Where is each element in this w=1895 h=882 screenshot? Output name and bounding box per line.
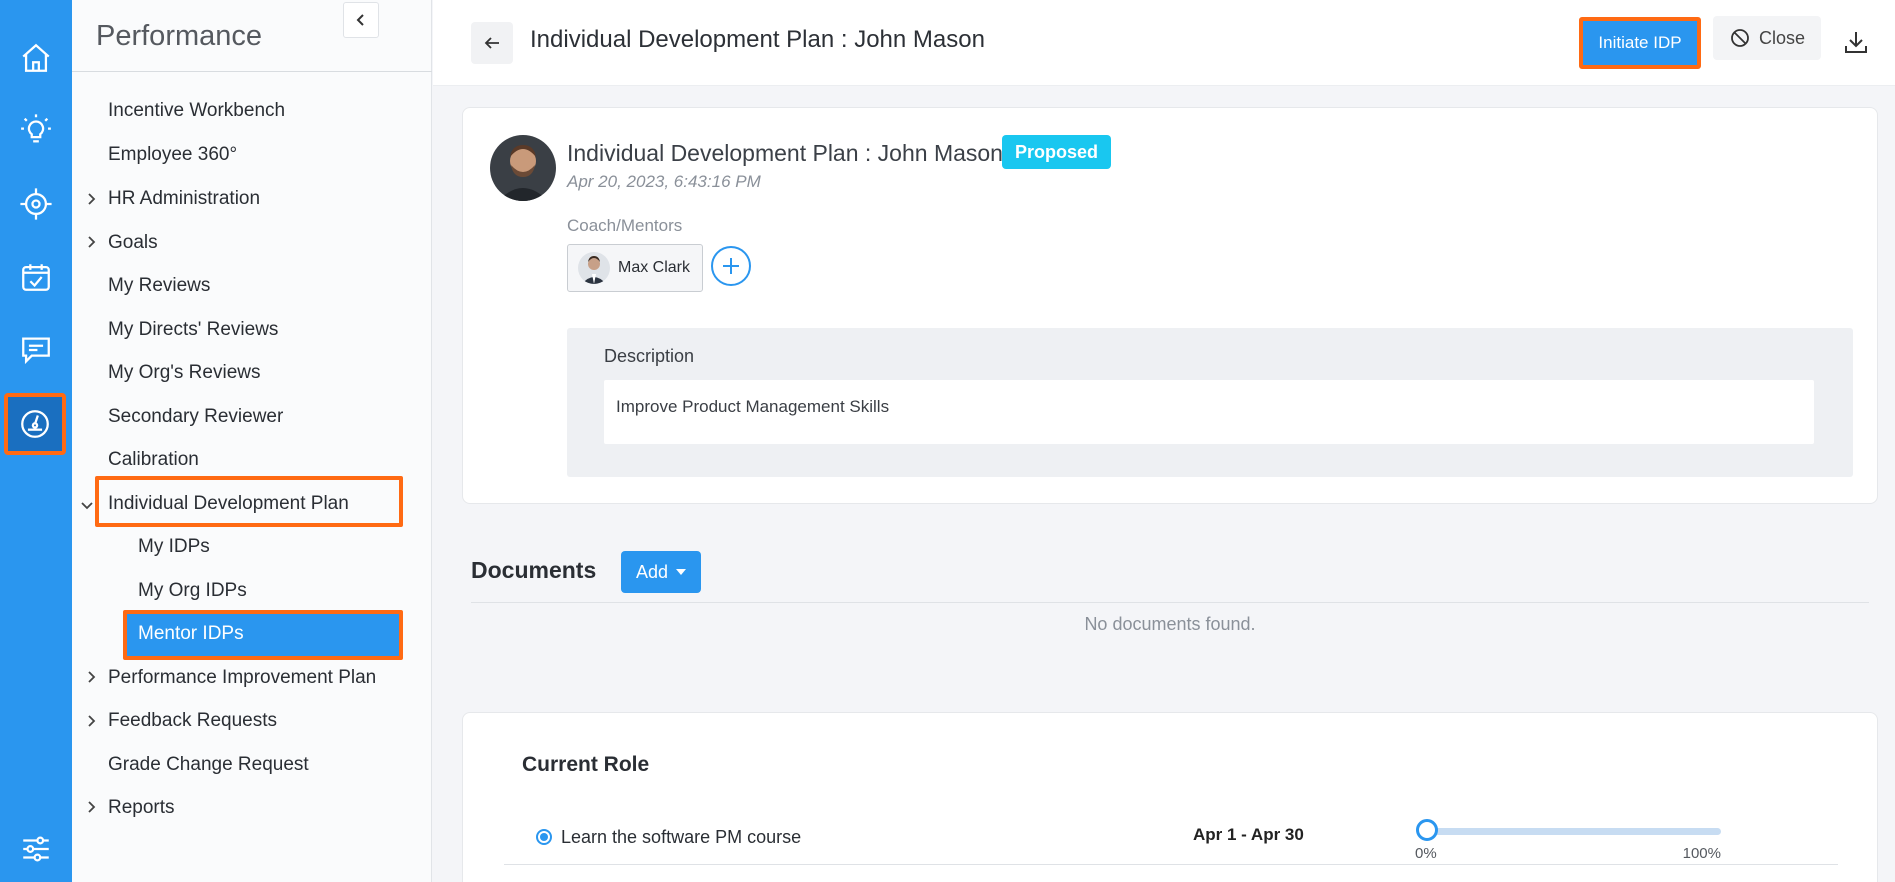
sidebar-item-secondary-reviewer[interactable]: Secondary Reviewer [108,402,283,432]
sidebar-item-label: Individual Development Plan [108,493,349,514]
sidebar-item-label: Secondary Reviewer [108,406,284,427]
close-button[interactable]: Close [1713,16,1821,60]
plan-date: Apr 20, 2023, 6:43:16 PM [567,172,761,191]
sidebar-item-label: My Reviews [108,275,211,296]
description-panel: Description Improve Product Management S… [567,328,1853,477]
progress-max-label: 100% [1682,845,1721,862]
sidebar-item-label: Reports [108,797,175,818]
chevron-right-icon[interactable] [84,192,98,206]
add-button-label: Add [635,561,669,582]
target-icon[interactable] [14,182,58,226]
description-field[interactable]: Improve Product Management Skills [604,380,1814,444]
sidebar-item-grade-change-request[interactable]: Grade Change Request [108,750,309,780]
sidebar-item-label: Feedback Requests [108,710,277,731]
sidebar-item-label: My IDPs [138,536,210,557]
current-role-card: Current Role Learn the software PM cours… [462,712,1878,882]
sidebar-item-label: Performance Improvement Plan [108,667,377,688]
goal-text: Learn the software PM course [561,827,802,847]
download-icon [1845,32,1867,53]
description-label: Description [604,346,695,366]
status-badge: Proposed [1002,135,1112,169]
sidebar-item-my-idps[interactable]: My IDPs [138,532,210,562]
documents-title: Documents [471,557,597,583]
sidebar-item-my-orgs-reviews[interactable]: My Org's Reviews [108,358,260,388]
mentor-name: Max Clark [618,259,691,276]
sidebar-item-reports[interactable]: Reports [108,793,175,823]
sidebar-item-label: My Org IDPs [138,580,247,601]
progress-track [1419,828,1721,835]
goal-radio[interactable] [536,829,552,845]
sidebar-item-label: My Org's Reviews [108,362,261,383]
progress-min-label: 0% [1415,845,1437,862]
page-header: Individual Development Plan : John Mason… [433,0,1895,86]
sidebar-item-my-reviews[interactable]: My Reviews [108,271,210,301]
chevron-right-icon[interactable] [84,670,98,684]
chat-icon[interactable] [14,328,58,372]
sidebar-item-label: Employee 360° [108,144,238,165]
chevron-left-icon [356,14,364,26]
divider [471,602,1869,603]
sidebar-item-label: Mentor IDPs [138,623,244,644]
documents-empty-text: No documents found. [1084,614,1256,634]
sidebar-item-label: Calibration [108,449,199,470]
progress-slider-handle[interactable] [1416,819,1438,841]
coach-label: Coach/Mentors [567,216,683,235]
sidebar-item-label: Goals [108,232,158,253]
sidebar-item-calibration[interactable]: Calibration [108,445,199,475]
chevron-right-icon[interactable] [84,235,98,249]
page-title: Individual Development Plan : John Mason [530,26,985,53]
plan-title: Individual Development Plan : John Mason [567,140,1003,166]
sidebar-item-label: HR Administration [108,188,261,209]
avatar [578,252,610,284]
current-role-title: Current Role [522,753,650,776]
initiate-idp-button[interactable]: Initiate IDP [1579,17,1701,69]
sidebar-item-mentor-idps[interactable]: Mentor IDPs [138,619,244,649]
block-icon [1731,29,1749,47]
gauge-icon[interactable] [4,393,66,455]
idp-card: Individual Development Plan : John Mason… [462,107,1878,504]
sidebar-item-my-org-idps[interactable]: My Org IDPs [138,576,247,606]
sidebar-nav: Incentive Workbench Employee 360° HR Adm… [72,0,432,882]
sidebar-item-label: Grade Change Request [108,754,309,775]
caret-down-icon [676,569,687,575]
sidebar-item-feedback-requests[interactable]: Feedback Requests [108,706,277,736]
calendar-check-icon[interactable] [14,255,58,299]
lightbulb-icon[interactable] [14,108,58,152]
plus-icon [723,258,739,274]
sliders-icon[interactable] [14,827,58,871]
sidebar-item-incentive-workbench[interactable]: Incentive Workbench [108,96,285,126]
sidebar-item-hr-administration[interactable]: HR Administration [108,184,260,214]
sidebar-item-label: Incentive Workbench [108,100,286,121]
collapse-sidebar-button[interactable] [343,2,379,38]
add-mentor-button[interactable] [711,246,751,286]
sidebar-item-goals[interactable]: Goals [108,228,158,258]
sidebar-item-employee-360[interactable]: Employee 360° [108,140,237,170]
chevron-down-icon[interactable] [80,498,94,512]
chevron-right-icon[interactable] [84,800,98,814]
close-button-label: Close [1758,27,1806,48]
goal-dates: Apr 1 - Apr 30 [1193,825,1304,844]
icon-rail [0,0,72,882]
avatar [490,135,556,201]
arrow-left-icon [484,37,499,49]
sidebar-item-label: My Directs' Reviews [108,319,279,340]
download-button[interactable] [1838,24,1874,60]
back-button[interactable] [471,22,513,64]
divider [504,864,1838,865]
add-document-button[interactable]: Add [621,551,701,593]
sidebar-item-performance-improvement-plan[interactable]: Performance Improvement Plan [108,663,376,693]
home-icon[interactable] [14,36,58,80]
chevron-right-icon[interactable] [84,714,98,728]
sidebar-item-my-directs-reviews[interactable]: My Directs' Reviews [108,315,278,345]
sidebar-item-individual-development-plan[interactable]: Individual Development Plan [108,489,349,519]
mentor-chip[interactable]: Max Clark [567,244,703,292]
